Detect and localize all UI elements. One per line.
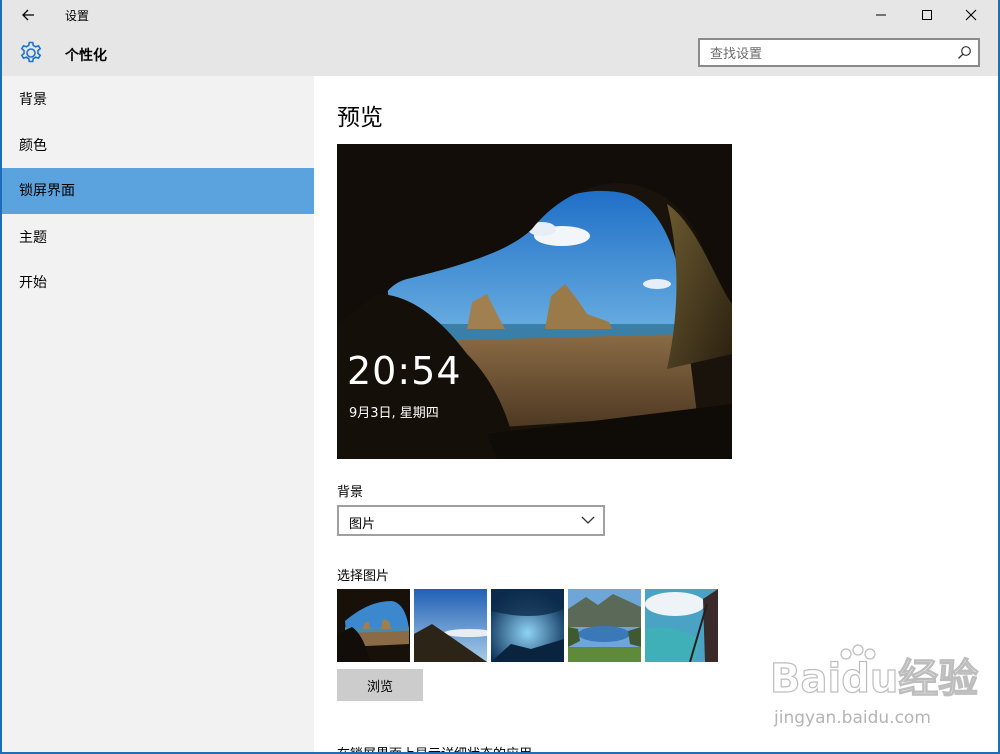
thumbnail-image bbox=[491, 589, 564, 662]
thumbnail-coast-aerial[interactable] bbox=[645, 589, 718, 662]
minimize-icon bbox=[876, 14, 886, 16]
close-button[interactable] bbox=[948, 0, 994, 30]
window-title: 设置 bbox=[65, 9, 90, 23]
maximize-button[interactable] bbox=[903, 0, 949, 30]
maximize-icon bbox=[922, 10, 932, 20]
sidebar-item-colors[interactable]: 颜色 bbox=[2, 123, 314, 169]
back-button[interactable] bbox=[16, 5, 44, 25]
sidebar: 背景 颜色 锁屏界面 主题 开始 bbox=[2, 76, 314, 752]
lock-screen-time: 20:54 bbox=[347, 349, 462, 393]
gear-icon bbox=[20, 41, 42, 63]
search-icon[interactable] bbox=[957, 45, 972, 60]
thumbnail-image bbox=[568, 589, 641, 662]
close-icon bbox=[965, 9, 977, 21]
thumbnail-ice-cave[interactable] bbox=[491, 589, 564, 662]
thumbnail-image bbox=[414, 589, 487, 662]
next-section-heading: 在锁屏界面上显示详细状态的应用 bbox=[337, 742, 532, 752]
background-label: 背景 bbox=[337, 485, 364, 500]
main-content: 预览 20:54 9月3日, 星期四 背景 图片 选择图片 浏览 bbox=[314, 76, 998, 752]
thumbnail-mountain-lake[interactable] bbox=[568, 589, 641, 662]
thumbnail-mountain-sky[interactable] bbox=[414, 589, 487, 662]
thumbnail-image bbox=[645, 589, 718, 662]
sidebar-item-themes[interactable]: 主题 bbox=[2, 215, 314, 261]
search-input[interactable] bbox=[708, 43, 952, 65]
lock-screen-date: 9月3日, 星期四 bbox=[349, 406, 439, 421]
settings-window: 设置 个性化 背景 颜色 锁屏界面 bbox=[2, 0, 998, 752]
back-arrow-icon bbox=[22, 9, 34, 21]
sidebar-item-lock-screen[interactable]: 锁屏界面 bbox=[2, 168, 314, 214]
background-dropdown[interactable]: 图片 bbox=[337, 505, 605, 536]
thumbnail-cave-beach[interactable] bbox=[337, 589, 410, 662]
sidebar-item-background[interactable]: 背景 bbox=[2, 77, 314, 123]
sidebar-item-start[interactable]: 开始 bbox=[2, 260, 314, 306]
choose-picture-label: 选择图片 bbox=[337, 569, 390, 584]
background-dropdown-value: 图片 bbox=[349, 517, 376, 532]
chevron-down-icon bbox=[581, 516, 595, 524]
search-box[interactable] bbox=[698, 38, 980, 67]
page-title-personalization: 个性化 bbox=[65, 48, 107, 64]
minimize-button[interactable] bbox=[858, 0, 904, 30]
lock-screen-preview: 20:54 9月3日, 星期四 bbox=[337, 144, 732, 459]
preview-heading: 预览 bbox=[337, 105, 383, 131]
page-header: 个性化 bbox=[2, 30, 998, 76]
thumbnail-image bbox=[337, 589, 410, 662]
browse-button[interactable]: 浏览 bbox=[337, 669, 423, 701]
title-bar: 设置 bbox=[2, 0, 998, 30]
